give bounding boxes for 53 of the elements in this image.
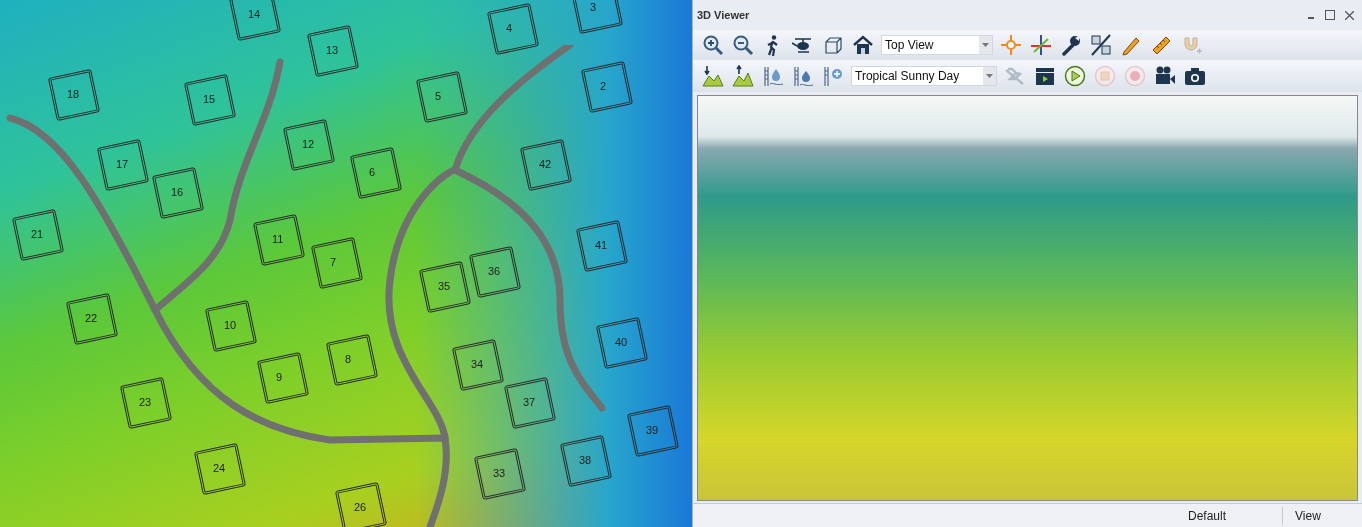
dropdown[interactable]: Top View	[881, 35, 993, 55]
lot-number: 2	[600, 81, 607, 92]
lot-number: 9	[276, 372, 283, 383]
caret-icon	[982, 43, 989, 47]
lot-number: 34	[471, 359, 484, 370]
caret-icon	[986, 74, 993, 78]
lot-number: 17	[116, 159, 129, 170]
lot-number: 41	[595, 240, 608, 251]
lot-number: 4	[506, 23, 513, 34]
lot-number: 26	[354, 502, 367, 513]
lot-number: 40	[615, 337, 628, 348]
lot-number: 22	[85, 313, 98, 324]
lot-number: 38	[579, 455, 592, 466]
axes-button[interactable]	[1029, 33, 1053, 57]
lot-number: 15	[203, 94, 216, 105]
status-text: View	[1282, 506, 1362, 525]
water-level-button[interactable]	[761, 64, 785, 88]
lot-number: 10	[224, 320, 237, 331]
lot-number: 18	[67, 89, 80, 100]
lot-number: 5	[435, 91, 442, 102]
water-level-button[interactable]	[791, 64, 815, 88]
lot-number: 6	[369, 167, 376, 178]
lot-number: 33	[493, 468, 506, 479]
water-add-button[interactable]	[821, 64, 845, 88]
lot-number: 14	[248, 9, 261, 20]
terrain-lower-button[interactable]	[701, 64, 725, 88]
window-title: 3D Viewer	[697, 7, 750, 23]
lot-number: 36	[488, 266, 501, 277]
wrench-button[interactable]	[1059, 33, 1083, 57]
zoom-out-button[interactable]	[731, 33, 755, 57]
terrain-raise-button[interactable]	[731, 64, 755, 88]
lot-number: 37	[523, 397, 536, 408]
dropdown[interactable]: Tropical Sunny Day	[851, 66, 997, 86]
lot-number: 16	[171, 187, 184, 198]
lot-number: 11	[272, 234, 284, 245]
lot-number: 24	[213, 463, 226, 474]
close-icon[interactable]	[1345, 10, 1354, 20]
lot-number: 42	[539, 159, 552, 170]
home-button[interactable]	[851, 33, 875, 57]
maximize-icon[interactable]	[1325, 10, 1335, 20]
lot-number: 12	[302, 139, 315, 150]
lot-number: 39	[646, 425, 659, 436]
grid-button[interactable]	[1089, 33, 1113, 57]
lot-number: 23	[139, 397, 152, 408]
lot-number: 35	[438, 281, 451, 292]
play-button[interactable]	[1063, 64, 1087, 88]
lot-number: 21	[31, 229, 44, 240]
status-text: Default	[1187, 507, 1228, 525]
lot-number: 3	[590, 2, 597, 13]
lot-number: 7	[330, 257, 337, 268]
zoom-in-button[interactable]	[701, 33, 725, 57]
lot-number: 8	[345, 354, 352, 365]
lot-number: 13	[326, 45, 339, 56]
